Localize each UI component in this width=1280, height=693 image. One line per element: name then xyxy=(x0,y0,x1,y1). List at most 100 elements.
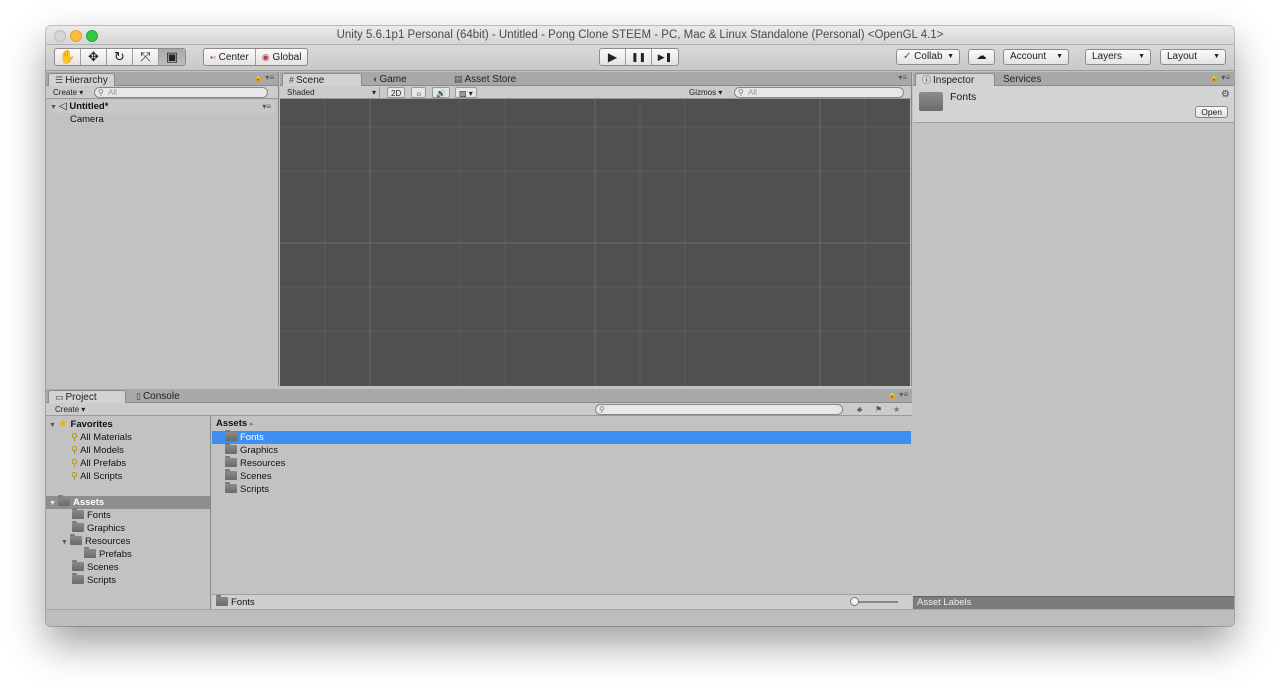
move-tool-icon[interactable]: ✥ xyxy=(81,49,107,65)
project-create-button[interactable]: Create ▾ xyxy=(52,404,88,415)
tab-hierarchy[interactable]: ☰ Hierarchy xyxy=(48,73,115,86)
audio-toggle-icon[interactable]: 🔊 xyxy=(432,87,450,98)
search-icon: ⚲ xyxy=(71,445,78,456)
grid-icon: # xyxy=(289,75,295,85)
panel-options-icon[interactable]: ▾≡ xyxy=(898,73,907,82)
close-window-button[interactable] xyxy=(54,30,66,42)
tree-item-scenes[interactable]: Scenes xyxy=(72,560,119,574)
chevron-down-icon: ▼ xyxy=(1056,53,1063,60)
file-item-resources[interactable]: Resources xyxy=(225,456,285,470)
scene-search-input[interactable]: ⚲ All xyxy=(734,87,904,98)
favorites-header[interactable]: ▼ ★ Favorites xyxy=(49,418,113,431)
folder-icon xyxy=(225,430,237,441)
search-icon: ⚲ xyxy=(71,471,78,482)
shading-mode-dropdown[interactable]: Shaded ▾ xyxy=(284,87,380,98)
check-icon: ✓ xyxy=(903,51,912,62)
hierarchy-create-button[interactable]: Create ▾ xyxy=(50,87,86,98)
gizmos-dropdown[interactable]: Gizmos ▾ xyxy=(686,87,725,98)
window-title: Unity 5.6.1p1 Personal (64bit) - Untitle… xyxy=(336,29,944,41)
asset-labels-bar[interactable]: Asset Labels xyxy=(913,596,1234,609)
cloud-button[interactable]: ☁ xyxy=(968,49,995,65)
tab-inspector[interactable]: ⓘ Inspector xyxy=(915,73,995,86)
store-icon: ▤ xyxy=(454,74,463,84)
favorite-star-icon[interactable]: ★ xyxy=(890,404,903,415)
hand-tool-icon[interactable]: ✋ xyxy=(55,49,81,65)
inspector-title: Fonts xyxy=(950,91,977,103)
effects-toggle-icon[interactable]: ▨ ▾ xyxy=(455,87,477,98)
rect-tool-icon[interactable]: ▣ xyxy=(159,49,185,65)
hierarchy-item-camera[interactable]: Camera xyxy=(70,113,104,126)
hierarchy-search-input[interactable]: ⚲ All xyxy=(94,87,268,98)
folder-icon xyxy=(58,495,70,506)
breadcrumb[interactable]: Assets ▸ xyxy=(216,417,253,430)
center-icon: ▪▫ xyxy=(210,52,216,62)
scene-viewport[interactable] xyxy=(280,99,910,386)
expand-triangle-icon[interactable]: ▼ xyxy=(50,101,59,114)
lighting-toggle-icon[interactable]: ☼ xyxy=(411,87,427,98)
pause-icon[interactable]: ❚❚ xyxy=(626,49,652,65)
tree-item-fonts[interactable]: Fonts xyxy=(72,508,111,522)
file-item-graphics[interactable]: Graphics xyxy=(225,443,278,457)
pivot-center-button[interactable]: ▪▫ Center xyxy=(204,49,256,65)
search-icon: ⚲ xyxy=(599,405,605,414)
layout-dropdown[interactable]: Layout ▼ xyxy=(1160,49,1226,65)
search-icon: ⚲ xyxy=(98,88,104,97)
maximize-window-button[interactable] xyxy=(86,30,98,42)
tab-game[interactable]: ◖ Game xyxy=(366,73,413,86)
favorite-item[interactable]: ⚲ All Prefabs xyxy=(71,457,126,470)
panel-options-icon[interactable]: 🔒 ▾≡ xyxy=(887,390,908,399)
tree-item-resources[interactable]: ▼ Resources xyxy=(61,534,130,549)
favorite-item[interactable]: ⚲ All Models xyxy=(71,444,124,457)
tab-services[interactable]: Services xyxy=(997,73,1047,86)
panel-options-icon[interactable]: 🔒 ▾≡ xyxy=(1209,73,1230,82)
scene-grid xyxy=(280,99,910,386)
pivot-toggles: ▪▫ Center ◉ Global xyxy=(203,48,309,66)
folder-tab-icon: ▭ xyxy=(55,392,64,402)
filter-label-icon[interactable]: ⚑ xyxy=(872,404,885,415)
hierarchy-subbar: Create ▾ ⚲ All xyxy=(46,86,278,99)
folder-icon xyxy=(72,573,84,584)
panel-options-icon[interactable]: 🔒 ▾≡ xyxy=(253,73,274,82)
tab-scene[interactable]: # Scene xyxy=(282,73,362,86)
file-item-scripts[interactable]: Scripts xyxy=(225,482,269,496)
step-icon[interactable]: ▶❚ xyxy=(652,49,678,65)
project-search-input[interactable]: ⚲ xyxy=(595,404,843,415)
scene-panel: # Scene ◖ Game ▤ Asset Store ▾≡ Shaded ▾ 2D… xyxy=(280,72,912,386)
tab-console[interactable]: ▯ Console xyxy=(130,390,186,403)
favorite-item[interactable]: ⚲ All Materials xyxy=(71,431,132,444)
folder-icon xyxy=(72,508,84,519)
inspector-header: Fonts ⚙ Open xyxy=(913,86,1234,123)
tree-item-prefabs[interactable]: Prefabs xyxy=(84,547,132,561)
favorite-item[interactable]: ⚲ All Scripts xyxy=(71,470,122,483)
file-item-scenes[interactable]: Scenes xyxy=(225,469,272,483)
tree-item-graphics[interactable]: Graphics xyxy=(72,521,125,535)
slider-handle[interactable] xyxy=(850,597,859,606)
tab-asset-store[interactable]: ▤ Asset Store xyxy=(448,73,522,86)
list-icon: ☰ xyxy=(55,75,64,85)
collab-dropdown[interactable]: ✓ Collab ▼ xyxy=(896,49,960,65)
toggle-2d-button[interactable]: 2D xyxy=(387,87,406,98)
scale-tool-icon[interactable]: ⤧ xyxy=(133,49,159,65)
layers-dropdown[interactable]: Layers ▼ xyxy=(1085,49,1151,65)
playback-controls: ▶ ❚❚ ▶❚ xyxy=(599,48,679,66)
open-button[interactable]: Open xyxy=(1195,106,1228,118)
tab-project[interactable]: ▭ Project xyxy=(48,390,126,403)
file-item-fonts[interactable]: Fonts xyxy=(212,430,911,444)
expand-triangle-icon[interactable]: ▼ xyxy=(49,497,58,510)
account-dropdown[interactable]: Account ▼ xyxy=(1003,49,1069,65)
tree-item-scripts[interactable]: Scripts xyxy=(72,573,116,587)
assets-root-item[interactable]: ▼ Assets xyxy=(46,495,210,510)
folder-icon xyxy=(225,443,237,454)
scene-options-icon[interactable]: ▾≡ xyxy=(262,100,271,113)
play-icon[interactable]: ▶ xyxy=(600,49,626,65)
inspector-panel: ⓘ Inspector Services 🔒 ▾≡ Fonts ⚙ Open As… xyxy=(913,72,1234,609)
filter-type-icon[interactable]: ♣ xyxy=(854,404,865,415)
scene-root-item[interactable]: ▼ ◁ Untitled* ▾≡ xyxy=(50,100,275,113)
rotate-tool-icon[interactable]: ↻ xyxy=(107,49,133,65)
gear-icon[interactable]: ⚙ xyxy=(1221,89,1230,100)
expand-triangle-icon[interactable]: ▼ xyxy=(49,419,58,432)
expand-triangle-icon[interactable]: ▼ xyxy=(61,536,70,549)
hierarchy-panel: ☰ Hierarchy 🔒 ▾≡ Create ▾ ⚲ All ▼ ◁ Untitl… xyxy=(46,72,279,386)
minimize-window-button[interactable] xyxy=(70,30,82,42)
pivot-global-button[interactable]: ◉ Global xyxy=(256,49,308,65)
